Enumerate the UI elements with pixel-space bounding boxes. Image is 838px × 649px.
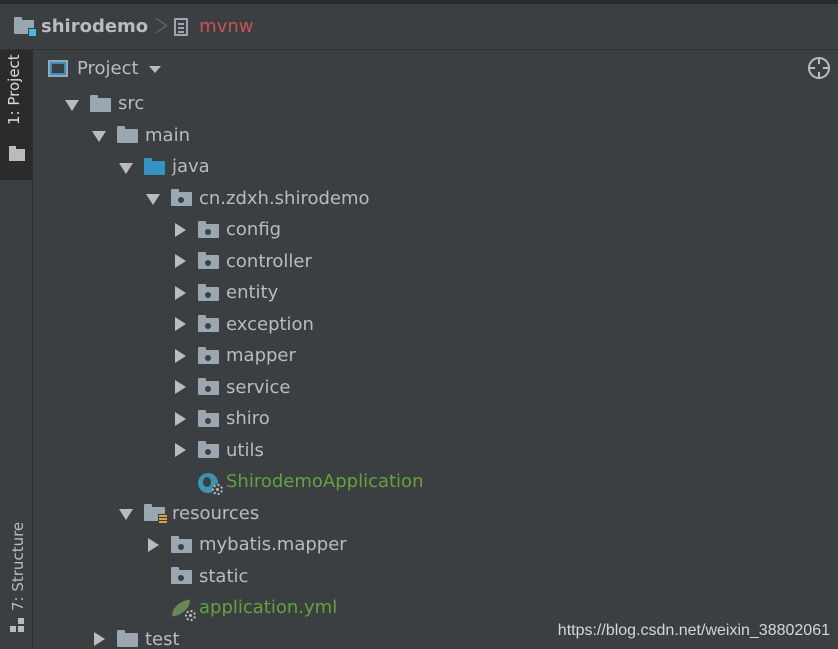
navigation-bar: shirodemo mvnw [0, 0, 838, 50]
tree-node-mybatis-mapper[interactable]: mybatis.mapper [34, 529, 838, 561]
tree-node-config[interactable]: config [34, 214, 838, 246]
tree-node-label: controller [226, 250, 312, 272]
breadcrumb-separator-icon [154, 14, 166, 40]
tree-node-label: main [145, 124, 190, 146]
tree-node-utils[interactable]: utils [34, 435, 838, 467]
tree-node-label: java [172, 156, 210, 178]
tree-node-label: cn.zdxh.shirodemo [199, 187, 370, 209]
tree-node-label: shiro [226, 408, 270, 430]
spring-config-leaf-icon [169, 599, 196, 621]
tree-node-label: service [226, 376, 291, 398]
project-tool-tab-label: 1: Project [5, 54, 23, 125]
tree-node-static[interactable]: static [34, 561, 838, 593]
expand-arrow-icon[interactable] [117, 504, 135, 522]
package-icon [198, 283, 220, 302]
project-view-icon [48, 59, 68, 77]
package-icon [198, 441, 220, 459]
collapse-arrow-icon[interactable] [90, 630, 108, 648]
no-arrow-spacer [144, 567, 162, 585]
tree-node-label: mybatis.mapper [199, 534, 347, 556]
tree-node-label: src [118, 93, 145, 115]
watermark-url: https://blog.csdn.net/weixin_38802061 [557, 622, 830, 639]
collapse-arrow-icon[interactable] [144, 536, 162, 554]
tree-node-src[interactable]: src [34, 88, 838, 120]
tree-node-mapper[interactable]: mapper [34, 340, 838, 372]
package-icon [198, 409, 220, 428]
tree-node-label: static [199, 565, 249, 587]
tree-node-controller[interactable]: controller [34, 246, 838, 278]
structure-tool-tab-label: 7: Structure [9, 521, 27, 611]
folder-icon [117, 630, 139, 648]
expand-arrow-icon[interactable] [144, 189, 162, 207]
tree-node-entity[interactable]: entity [34, 277, 838, 309]
structure-tool-tab[interactable]: 7: Structure [0, 510, 32, 640]
package-icon [198, 346, 220, 365]
folder-icon [9, 146, 25, 161]
chevron-down-icon[interactable] [148, 66, 161, 73]
file-icon [174, 17, 189, 36]
target-icon[interactable] [808, 57, 830, 79]
tree-node-label: ShirodemoApplication [226, 471, 424, 493]
package-icon [198, 252, 220, 270]
tree-node-package[interactable]: cn.zdxh.shirodemo [34, 183, 838, 215]
collapse-arrow-icon[interactable] [171, 284, 189, 302]
tree-node-shiro[interactable]: shiro [34, 403, 838, 435]
collapse-arrow-icon[interactable] [171, 441, 189, 459]
collapse-arrow-icon[interactable] [171, 410, 189, 428]
left-tool-strip: 1: Project 7: Structure [0, 50, 33, 649]
tree-node-label: entity [226, 282, 279, 304]
tree-node-exception[interactable]: exception [34, 309, 838, 341]
tree-node-label: utils [226, 439, 264, 461]
tree-node-label: resources [172, 502, 260, 524]
breadcrumb-file[interactable]: mvnw [199, 16, 253, 37]
collapse-arrow-icon[interactable] [171, 221, 189, 239]
project-tool-tab[interactable]: 1: Project [0, 50, 32, 180]
source-folder-icon [144, 157, 166, 176]
project-tree: src main java cn.zdxh.shirodemo config c… [34, 88, 838, 649]
project-folder-icon [14, 16, 37, 37]
expand-arrow-icon[interactable] [90, 126, 108, 144]
tree-node-resources[interactable]: resources [34, 498, 838, 530]
project-panel-header: Project [34, 50, 838, 86]
collapse-arrow-icon[interactable] [171, 315, 189, 333]
resources-folder-icon [144, 504, 167, 524]
structure-icon [10, 618, 24, 632]
folder-icon [117, 126, 139, 144]
panel-title[interactable]: Project [77, 58, 139, 79]
expand-arrow-icon[interactable] [63, 95, 81, 113]
collapse-arrow-icon[interactable] [171, 252, 189, 270]
tree-node-app-class[interactable]: ShirodemoApplication [34, 466, 838, 498]
breadcrumb-project[interactable]: shirodemo [41, 16, 148, 37]
expand-arrow-icon[interactable] [117, 158, 135, 176]
tree-node-main[interactable]: main [34, 120, 838, 152]
collapse-arrow-icon[interactable] [171, 378, 189, 396]
spring-boot-app-icon [198, 472, 223, 495]
package-icon [198, 378, 220, 396]
no-arrow-spacer [171, 473, 189, 491]
tree-node-application-yml[interactable]: application.yml [34, 592, 838, 624]
package-icon [198, 315, 220, 333]
no-arrow-spacer [144, 599, 162, 617]
tree-node-label: application.yml [199, 597, 338, 619]
tree-node-label: config [226, 219, 282, 241]
collapse-arrow-icon[interactable] [171, 347, 189, 365]
tree-node-java[interactable]: java [34, 151, 838, 183]
tree-node-label: test [145, 628, 180, 649]
package-icon [171, 189, 193, 207]
package-icon [198, 220, 220, 239]
package-icon [171, 567, 193, 585]
package-icon [171, 535, 193, 554]
folder-icon [90, 94, 112, 113]
tree-node-label: exception [226, 313, 314, 335]
tree-node-service[interactable]: service [34, 372, 838, 404]
tree-node-label: mapper [226, 345, 296, 367]
